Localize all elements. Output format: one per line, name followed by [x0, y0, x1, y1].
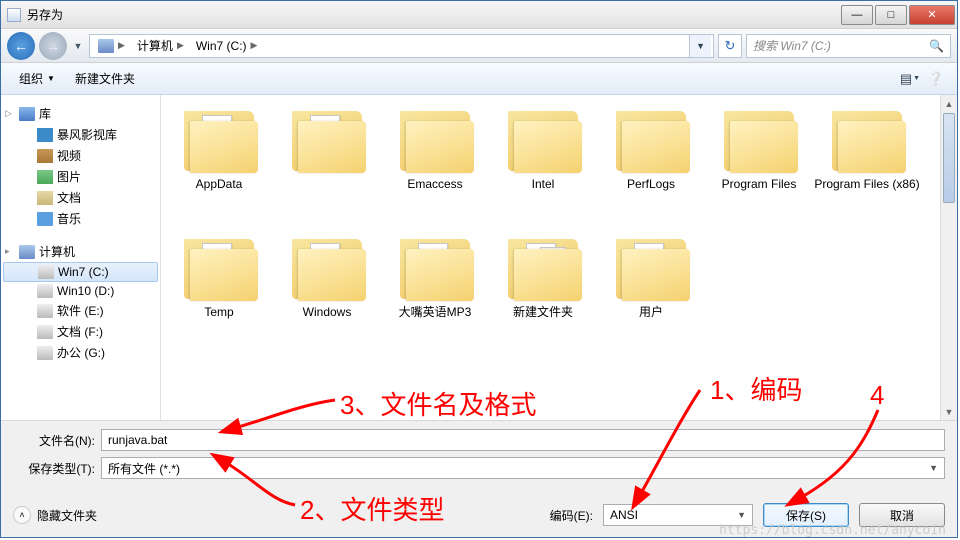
folder-item[interactable]: Windows — [273, 233, 381, 361]
breadcrumb-seg-computer[interactable]: 计算机 — [137, 37, 173, 54]
documents-icon — [37, 191, 53, 205]
scrollbar[interactable]: ▲ ▼ — [940, 95, 957, 420]
drive-icon — [37, 325, 53, 339]
folder-icon — [724, 111, 794, 171]
folder-icon — [292, 239, 362, 299]
video-icon — [37, 149, 53, 163]
filename-label: 文件名(N): — [13, 432, 101, 449]
sidebar-drive-f[interactable]: 文档 (F:) — [1, 321, 160, 342]
folder-label: PerfLogs — [627, 177, 675, 191]
folder-label: Windows — [303, 305, 352, 319]
folder-item[interactable]: 用户 — [597, 233, 705, 361]
computer-icon — [98, 39, 114, 53]
folder-label: Program Files (x86) — [814, 177, 919, 191]
sidebar-drive-e[interactable]: 软件 (E:) — [1, 300, 160, 321]
bottom-panel: 文件名(N): 保存类型(T): 所有文件 (*.*)▼ ˄ 隐藏文件夹 编码(… — [1, 420, 957, 537]
video-lib-icon — [37, 128, 53, 142]
folder-icon — [508, 239, 578, 299]
sidebar-item-baofeng[interactable]: 暴风影视库 — [1, 124, 160, 145]
drive-icon — [37, 284, 53, 298]
folder-icon — [184, 239, 254, 299]
view-options-button[interactable]: ▤▼ — [899, 68, 921, 90]
folder-label: Intel — [532, 177, 555, 191]
folder-icon — [508, 111, 578, 171]
folder-item[interactable]: PerfLogs — [597, 105, 705, 233]
folder-item[interactable]: Program Files (x86) — [813, 105, 921, 233]
folder-item[interactable] — [273, 105, 381, 233]
new-folder-button[interactable]: 新建文件夹 — [67, 68, 143, 89]
folder-icon — [292, 111, 362, 171]
filetype-select[interactable]: 所有文件 (*.*)▼ — [101, 457, 945, 479]
drive-icon — [38, 265, 54, 279]
history-dropdown[interactable]: ▼ — [71, 41, 85, 51]
folder-item[interactable]: Intel — [489, 105, 597, 233]
music-icon — [37, 212, 53, 226]
minimize-button[interactable]: — — [841, 5, 873, 25]
help-button[interactable]: ❔ — [925, 68, 947, 90]
cancel-button[interactable]: 取消 — [859, 503, 945, 527]
sidebar-drive-d[interactable]: Win10 (D:) — [1, 282, 160, 300]
folder-label: 大嘴英语MP3 — [399, 305, 472, 319]
folder-item[interactable]: Temp — [165, 233, 273, 361]
sidebar: ▷ 库 暴风影视库 视频 图片 文档 音乐 ▸ 计算机 Win7 (C:) Wi… — [1, 95, 161, 420]
maximize-button[interactable]: □ — [875, 5, 907, 25]
sidebar-item-pictures[interactable]: 图片 — [1, 166, 160, 187]
pictures-icon — [37, 170, 53, 184]
folder-icon — [184, 111, 254, 171]
folder-label: 用户 — [639, 305, 663, 319]
search-placeholder: 搜索 Win7 (C:) — [753, 37, 831, 54]
sidebar-libraries[interactable]: ▷ 库 — [1, 103, 160, 124]
filetype-label: 保存类型(T): — [13, 460, 101, 477]
organize-button[interactable]: 组织 ▼ — [11, 68, 63, 89]
folder-label: Temp — [204, 305, 233, 319]
breadcrumb-seg-drive[interactable]: Win7 (C:) — [196, 39, 247, 53]
navbar: ← → ▼ ▶ 计算机▶ Win7 (C:)▶ ▼ ↻ 搜索 Win7 (C:)… — [1, 29, 957, 63]
sidebar-drive-g[interactable]: 办公 (G:) — [1, 342, 160, 363]
drive-icon — [37, 346, 53, 360]
sidebar-computer[interactable]: ▸ 计算机 — [1, 241, 160, 262]
save-as-dialog: 另存为 — □ ✕ ← → ▼ ▶ 计算机▶ Win7 (C:)▶ ▼ ↻ 搜索… — [0, 0, 958, 538]
hide-folders-label[interactable]: 隐藏文件夹 — [37, 507, 97, 524]
sidebar-item-video[interactable]: 视频 — [1, 145, 160, 166]
folder-item[interactable]: 新建文件夹 — [489, 233, 597, 361]
folder-item[interactable]: Program Files — [705, 105, 813, 233]
window-title: 另存为 — [27, 6, 63, 23]
close-button[interactable]: ✕ — [909, 5, 955, 25]
folder-item[interactable]: Emaccess — [381, 105, 489, 233]
titlebar: 另存为 — □ ✕ — [1, 1, 957, 29]
computer-icon — [19, 245, 35, 259]
toolbar: 组织 ▼ 新建文件夹 ▤▼ ❔ — [1, 63, 957, 95]
encoding-label: 编码(E): — [550, 507, 593, 524]
folder-icon — [832, 111, 902, 171]
refresh-button[interactable]: ↻ — [718, 34, 742, 58]
drive-icon — [37, 304, 53, 318]
save-button[interactable]: 保存(S) — [763, 503, 849, 527]
back-button[interactable]: ← — [7, 32, 35, 60]
search-input[interactable]: 搜索 Win7 (C:) 🔍 — [746, 34, 951, 58]
sidebar-item-music[interactable]: 音乐 — [1, 208, 160, 229]
folder-icon — [400, 111, 470, 171]
folder-icon — [616, 239, 686, 299]
folder-icon — [616, 111, 686, 171]
folder-label: AppData — [196, 177, 243, 191]
search-icon[interactable]: 🔍 — [929, 39, 944, 53]
hide-folders-toggle[interactable]: ˄ — [13, 506, 31, 524]
library-icon — [19, 107, 35, 121]
folder-label: Emaccess — [407, 177, 462, 191]
folder-icon — [400, 239, 470, 299]
sidebar-drive-c[interactable]: Win7 (C:) — [3, 262, 158, 282]
folder-label: 新建文件夹 — [513, 305, 573, 319]
folder-label: Program Files — [722, 177, 797, 191]
file-list-area: AppData Emaccess Intel PerfLogs Program File… — [161, 95, 957, 420]
document-icon — [7, 8, 21, 22]
folder-item[interactable]: AppData — [165, 105, 273, 233]
encoding-select[interactable]: ANSI▼ — [603, 504, 753, 526]
sidebar-item-documents[interactable]: 文档 — [1, 187, 160, 208]
filename-input[interactable] — [101, 429, 945, 451]
folder-item[interactable]: 大嘴英语MP3 — [381, 233, 489, 361]
forward-button[interactable]: → — [39, 32, 67, 60]
scrollbar-thumb[interactable] — [943, 113, 955, 203]
breadcrumb[interactable]: ▶ 计算机▶ Win7 (C:)▶ ▼ — [89, 34, 714, 58]
